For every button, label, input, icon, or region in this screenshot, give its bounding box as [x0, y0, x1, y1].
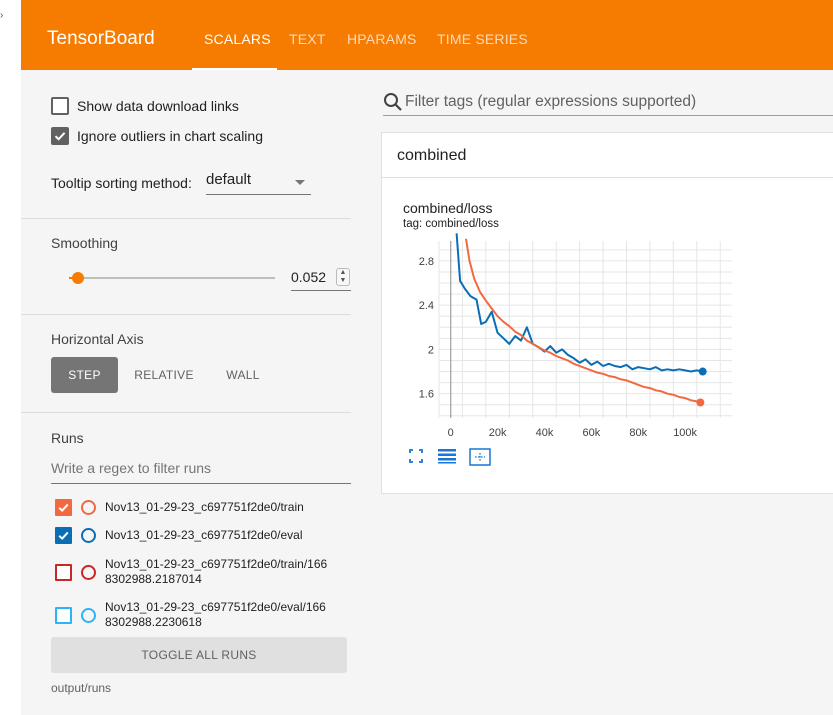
x-tick-label: 40k: [536, 427, 554, 439]
ignore-outliers-checkbox[interactable]: [51, 127, 69, 145]
run-label-train-timestamp: Nov13_01-29-23_c697751f2de0/train/166 830…: [105, 557, 328, 586]
run-color-swatch-eval-timestamp[interactable]: [81, 608, 96, 623]
y-tick-label: 2.4: [419, 300, 434, 312]
divider: [21, 314, 351, 315]
checkmark-icon: [58, 503, 69, 513]
tab-hparams[interactable]: HPARAMS: [347, 31, 417, 47]
show-download-links-label: Show data download links: [77, 98, 239, 114]
x-tick-label: 60k: [582, 427, 600, 439]
fit-domain-icon[interactable]: [469, 448, 491, 466]
tooltip-sorting-label: Tooltip sorting method:: [51, 175, 192, 191]
smoothing-slider-track[interactable]: [69, 277, 275, 279]
tab-time-series[interactable]: TIME SERIES: [437, 31, 528, 47]
run-checkbox-eval-timestamp[interactable]: [55, 607, 72, 624]
run-label-eval: Nov13_01-29-23_c697751f2de0/eval: [105, 528, 303, 542]
sidebar: Show data download links Ignore outliers…: [21, 70, 371, 715]
show-download-links-checkbox[interactable]: [51, 97, 69, 115]
chevron-down-icon: [295, 180, 305, 185]
run-color-swatch-eval[interactable]: [81, 528, 96, 543]
tooltip-sorting-value: default: [206, 171, 252, 188]
divider: [21, 218, 351, 219]
y-tick-label: 1.6: [419, 389, 434, 401]
smoothing-input[interactable]: 0.052 ▲ ▼: [291, 266, 351, 291]
divider: [21, 412, 351, 413]
corner-glyph: ›: [0, 10, 4, 21]
x-tick-label: 0: [448, 427, 454, 439]
run-checkbox-train[interactable]: [55, 499, 72, 516]
axis-step-button[interactable]: STEP: [51, 357, 118, 393]
main-panel: Filter tags (regular expressions support…: [371, 70, 833, 715]
smoothing-slider-thumb[interactable]: [72, 272, 84, 284]
smoothing-title: Smoothing: [51, 235, 118, 251]
horizontal-axis-title: Horizontal Axis: [51, 331, 144, 347]
tag-filter-placeholder: Filter tags (regular expressions support…: [405, 93, 697, 110]
run-label-eval-timestamp: Nov13_01-29-23_c697751f2de0/eval/166 8302…: [105, 600, 326, 629]
run-checkbox-eval[interactable]: [55, 527, 72, 544]
toggle-all-runs-button[interactable]: TOGGLE ALL RUNS: [51, 637, 347, 673]
x-tick-label: 100k: [673, 427, 697, 439]
axis-relative-button[interactable]: RELATIVE: [125, 357, 203, 393]
brand-title: TensorBoard: [47, 28, 155, 49]
search-icon: [384, 93, 402, 111]
tensorboard-app: TensorBoard SCALARS TEXT HPARAMS TIME SE…: [21, 0, 833, 715]
train-loss-line: [465, 238, 701, 404]
runs-filter-placeholder: Write a regex to filter runs: [51, 460, 212, 476]
stepper-icon[interactable]: ▲ ▼: [336, 268, 350, 286]
tab-text[interactable]: TEXT: [289, 31, 326, 47]
smoothing-value: 0.052: [291, 269, 327, 285]
run-color-swatch-train-timestamp[interactable]: [81, 565, 96, 580]
y-tick-label: 2: [428, 344, 434, 356]
run-checkbox-train-timestamp[interactable]: [55, 564, 72, 581]
x-tick-label: 20k: [489, 427, 507, 439]
scalar-card: combined/loss tag: combined/loss 0 20k 40k…: [381, 178, 833, 494]
y-tick-label: 2.8: [419, 256, 434, 268]
checkmark-icon: [58, 531, 69, 541]
run-color-swatch-train[interactable]: [81, 500, 96, 515]
axis-wall-button[interactable]: WALL: [214, 357, 272, 393]
checkmark-icon: [54, 132, 66, 141]
log-dir-path: output/runs: [51, 681, 112, 695]
tag-filter-input[interactable]: Filter tags (regular expressions support…: [383, 90, 833, 116]
run-label-train: Nov13_01-29-23_c697751f2de0/train: [105, 500, 304, 514]
x-tick-label: 80k: [629, 427, 647, 439]
ignore-outliers-label: Ignore outliers in chart scaling: [77, 128, 263, 144]
fullscreen-icon[interactable]: [408, 448, 424, 464]
card-tag-label: tag: combined/loss: [403, 218, 499, 230]
toggle-log-scale-icon[interactable]: [437, 448, 457, 464]
runs-filter-input[interactable]: Write a regex to filter runs: [51, 460, 351, 484]
tab-scalars[interactable]: SCALARS: [204, 31, 271, 47]
runs-title: Runs: [51, 430, 84, 446]
top-app-bar: TensorBoard SCALARS TEXT HPARAMS TIME SE…: [21, 0, 833, 70]
tag-group-name: combined: [397, 147, 467, 164]
loss-chart[interactable]: 0 20k 40k 60k 80k 100k 1.6 2 2.4 2.8: [382, 233, 833, 443]
tooltip-sorting-select[interactable]: default: [206, 171, 311, 195]
eval-last-point: [698, 367, 707, 376]
train-last-point: [696, 398, 705, 407]
tag-group-header[interactable]: combined: [381, 132, 833, 178]
card-title: combined/loss: [403, 200, 493, 216]
